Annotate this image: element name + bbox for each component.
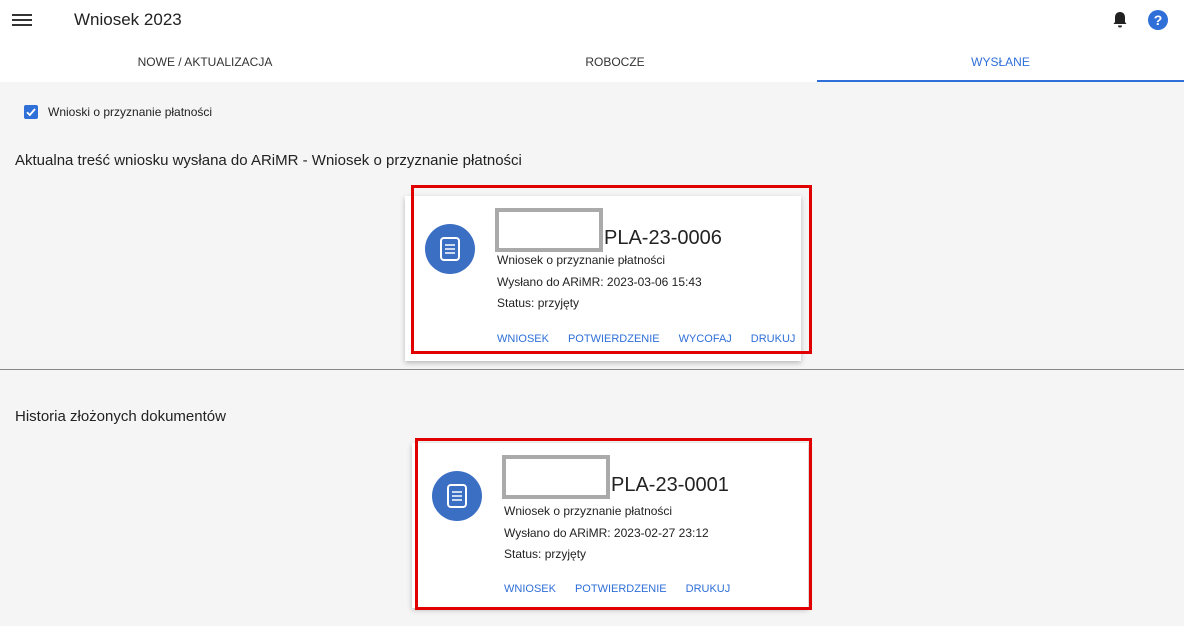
section-divider bbox=[0, 369, 1184, 370]
history-section-title: Historia złożonych dokumentów bbox=[15, 408, 226, 425]
filter-row: Wnioski o przyznanie płatności bbox=[24, 102, 212, 122]
top-bar: Wniosek 2023 ? bbox=[0, 0, 1184, 42]
help-icon[interactable]: ? bbox=[1148, 10, 1168, 30]
filter-checkbox[interactable] bbox=[24, 105, 38, 119]
bell-icon[interactable] bbox=[1112, 11, 1128, 29]
current-section-title: Aktualna treść wniosku wysłana do ARiMR … bbox=[15, 152, 522, 169]
tab-active-indicator bbox=[817, 80, 1184, 82]
highlight-frame bbox=[411, 185, 812, 354]
tab-sent[interactable]: WYSŁANE bbox=[817, 42, 1184, 82]
tab-bar: NOWE / AKTUALIZACJA ROBOCZE WYSŁANE bbox=[0, 42, 1184, 82]
tab-drafts[interactable]: ROBOCZE bbox=[410, 42, 820, 82]
menu-icon[interactable] bbox=[12, 12, 32, 28]
filter-label: Wnioski o przyznanie płatności bbox=[48, 105, 213, 119]
highlight-frame bbox=[415, 438, 812, 610]
page-title: Wniosek 2023 bbox=[74, 10, 182, 29]
tab-new-update[interactable]: NOWE / AKTUALIZACJA bbox=[0, 42, 410, 82]
